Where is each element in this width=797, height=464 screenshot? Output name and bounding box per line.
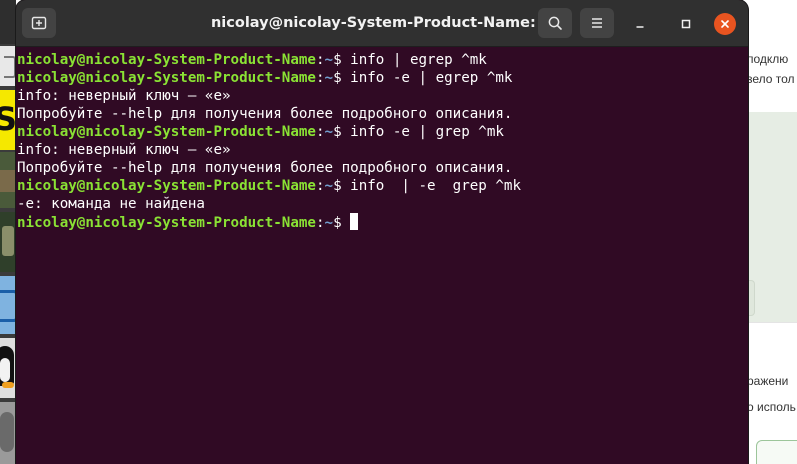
new-tab-icon xyxy=(31,16,47,30)
terminal-output-line: Попробуйте --help для получения более по… xyxy=(17,159,736,177)
prompt-sign: $ xyxy=(333,215,351,231)
command-text: info | -e grep ^mk xyxy=(350,178,521,194)
close-icon xyxy=(721,20,729,28)
hamburger-menu-icon xyxy=(592,18,602,28)
background-text: зело тол xyxy=(748,72,795,86)
prompt-path: ~ xyxy=(324,178,334,194)
background-web-page: подклю зело тол ражени о исполь xyxy=(748,0,797,464)
prompt-sign: $ xyxy=(333,124,351,140)
background-text: о исполь xyxy=(748,400,796,414)
maximize-button[interactable] xyxy=(675,13,697,35)
screen: S подклю зело тол ражени о исполь nicola… xyxy=(0,0,797,464)
terminal-command-line: nicolay@nicolay-System-Product-Name:~$ xyxy=(17,213,736,231)
background-divider xyxy=(748,322,797,323)
menu-button[interactable] xyxy=(580,8,614,38)
background-panel xyxy=(748,112,797,322)
background-text: ражени xyxy=(748,374,789,388)
terminal-cursor xyxy=(350,213,359,230)
prompt-sign: $ xyxy=(333,52,351,68)
terminal-output-line: info: неверный ключ — «e» xyxy=(17,87,736,105)
terminal-scrollbar[interactable] xyxy=(736,47,748,464)
prompt-path: ~ xyxy=(324,70,334,86)
prompt-sign: $ xyxy=(333,70,351,86)
output-text: Попробуйте --help для получения более по… xyxy=(17,106,513,122)
output-text: info: неверный ключ — «e» xyxy=(17,142,231,158)
new-tab-button[interactable] xyxy=(22,8,56,38)
prompt-separator: : xyxy=(315,215,325,231)
maximize-icon xyxy=(681,19,691,29)
minimize-button[interactable] xyxy=(629,13,651,35)
prompt-path: ~ xyxy=(324,124,334,140)
search-icon xyxy=(548,16,562,30)
output-text: -e: команда не найдена xyxy=(17,196,205,212)
command-text: info -e | grep ^mk xyxy=(350,124,504,140)
prompt-path: ~ xyxy=(324,215,334,231)
terminal-output[interactable]: nicolay@nicolay-System-Product-Name:~$ i… xyxy=(16,47,736,464)
terminal-command-line: nicolay@nicolay-System-Product-Name:~$ i… xyxy=(17,51,736,69)
prompt-user: nicolay@nicolay-System-Product-Name xyxy=(17,124,316,140)
prompt-user: nicolay@nicolay-System-Product-Name xyxy=(17,52,316,68)
window-title: nicolay@nicolay-System-Product-Name: ~ xyxy=(210,15,553,31)
dock-app-icon[interactable] xyxy=(0,46,16,86)
prompt-sign: $ xyxy=(333,178,351,194)
dock-app-icon[interactable] xyxy=(0,338,16,398)
prompt-user: nicolay@nicolay-System-Product-Name xyxy=(17,215,316,231)
terminal-window[interactable]: nicolay@nicolay-System-Product-Name: ~ n… xyxy=(16,0,748,464)
prompt-path: ~ xyxy=(324,52,334,68)
search-button[interactable] xyxy=(538,8,572,38)
dock-app-icon[interactable] xyxy=(0,0,16,44)
background-text: подклю xyxy=(748,52,789,66)
background-input xyxy=(756,440,797,464)
prompt-user: nicolay@nicolay-System-Product-Name xyxy=(17,178,316,194)
output-text: Попробуйте --help для получения более по… xyxy=(17,160,513,176)
dock-app-icon[interactable]: S xyxy=(0,90,16,150)
prompt-separator: : xyxy=(315,124,325,140)
prompt-separator: : xyxy=(315,178,325,194)
terminal-command-line: nicolay@nicolay-System-Product-Name:~$ i… xyxy=(17,123,736,141)
minimize-icon xyxy=(636,26,644,28)
close-button[interactable] xyxy=(714,13,736,35)
dock-app-icon[interactable] xyxy=(0,152,16,208)
command-text: info -e | egrep ^mk xyxy=(350,70,513,86)
headerbar: nicolay@nicolay-System-Product-Name: ~ xyxy=(16,0,748,47)
dock-app-icon[interactable] xyxy=(0,402,16,464)
terminal-output-line: info: неверный ключ — «e» xyxy=(17,141,736,159)
prompt-separator: : xyxy=(315,52,325,68)
dock-app-icon[interactable] xyxy=(0,276,16,334)
prompt-user: nicolay@nicolay-System-Product-Name xyxy=(17,70,316,86)
terminal-command-line: nicolay@nicolay-System-Product-Name:~$ i… xyxy=(17,177,736,195)
dock: S xyxy=(0,0,16,464)
output-text: info: неверный ключ — «e» xyxy=(17,88,231,104)
dock-app-icon[interactable] xyxy=(0,212,16,272)
prompt-separator: : xyxy=(315,70,325,86)
background-box xyxy=(748,280,755,316)
terminal-output-line: Попробуйте --help для получения более по… xyxy=(17,105,736,123)
command-text: info | egrep ^mk xyxy=(350,52,487,68)
terminal-command-line: nicolay@nicolay-System-Product-Name:~$ i… xyxy=(17,69,736,87)
terminal-output-line: -e: команда не найдена xyxy=(17,195,736,213)
